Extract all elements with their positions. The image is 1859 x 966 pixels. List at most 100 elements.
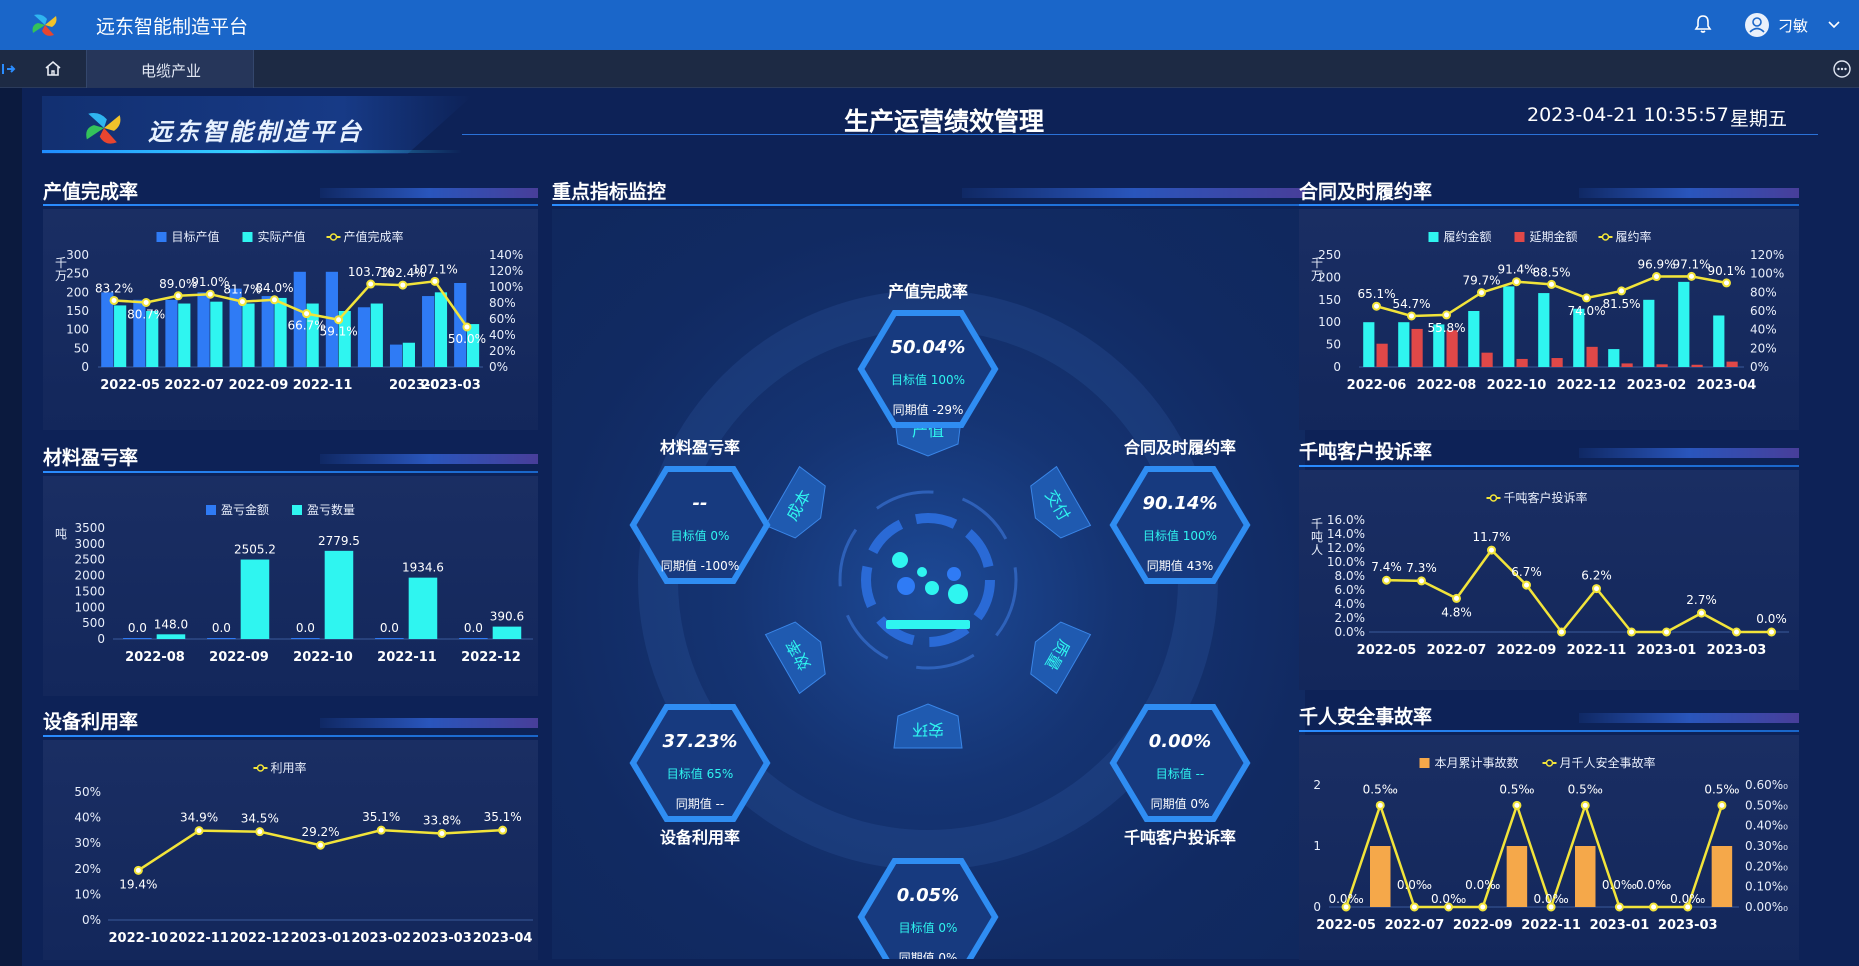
fulfilled-bar <box>1468 311 1480 367</box>
y-tick-label: 20% <box>1750 341 1777 355</box>
y-tick-label: 0.20%₀ <box>1745 859 1788 873</box>
panel-title-line <box>1299 730 1799 732</box>
x-tick-label: 2023-01 <box>1637 643 1697 658</box>
header-line <box>462 134 1818 135</box>
actual-bar <box>210 301 223 367</box>
delayed-bar <box>1691 364 1703 367</box>
kpi-target: 目标值 0% <box>671 528 730 543</box>
legend-line-swatch <box>329 233 338 241</box>
quantity-bar <box>240 559 270 639</box>
panel-equipment: 利用率 50% 40% 30% 20% 10% 0% 19.4% 2022-10 34.9% 202… <box>43 740 538 960</box>
fulfilled-bar <box>1503 286 1515 367</box>
rate-point <box>1687 271 1696 281</box>
x-tick-label: 2023-01 <box>1590 918 1650 933</box>
accident-rate-label: 0.5‰ <box>1568 782 1603 796</box>
accident-rate-point <box>1512 800 1522 810</box>
delayed-bar <box>1656 364 1668 367</box>
complaint-chart: 千吨客户投诉率千吨人16.0%14.0%12.0%10.0%8.0%6.0%4.… <box>1311 490 1789 658</box>
complaint-point <box>1627 627 1636 637</box>
legend-label: 产值完成率 <box>344 229 404 244</box>
target-bar <box>165 299 178 367</box>
panel-title-deco <box>1579 713 1799 723</box>
complaint-point <box>1452 593 1461 603</box>
legend-label: 利用率 <box>271 760 307 775</box>
complaint-point <box>1767 627 1776 637</box>
x-tick-label: 2023-03 <box>421 378 481 393</box>
x-tick-label: 2022-07 <box>1427 643 1487 658</box>
more-options-icon[interactable] <box>1832 59 1852 79</box>
y-tick-label: 200 <box>1318 270 1341 284</box>
y-tick-label: 80% <box>489 296 516 310</box>
x-tick-label: 2022-11 <box>1567 643 1627 658</box>
y-axis-label: 千 <box>1311 517 1323 531</box>
x-tick-label: 2022-12 <box>1557 378 1617 393</box>
hub-dot <box>892 552 908 568</box>
legend-label: 履约金额 <box>1444 229 1492 244</box>
fulfilled-bar <box>1678 281 1690 367</box>
legend-line-swatch <box>1545 759 1554 767</box>
y-tick-label: 10.0% <box>1327 555 1365 569</box>
quantity-bar <box>156 634 186 639</box>
x-tick-label: 2022-08 <box>1417 378 1477 393</box>
y-tick-label: 40% <box>74 811 101 825</box>
x-tick-label: 2023-03 <box>1658 918 1718 933</box>
kpi-target: 目标值 -- <box>1156 766 1204 781</box>
rate-point <box>205 289 215 299</box>
quantity-label: 390.6 <box>490 610 524 624</box>
y-tick-label: 500 <box>82 616 105 630</box>
accident-rate-point <box>1649 902 1659 912</box>
rate-label: 96.9% <box>1637 258 1675 272</box>
legend-label: 延期金额 <box>1530 229 1578 244</box>
tab-bar: 电缆产业 <box>0 50 1859 88</box>
x-tick-label: 2023-01 <box>291 931 351 946</box>
quantity-bar <box>408 577 438 639</box>
rate-label: 59.1% <box>320 325 358 339</box>
legend-swatch <box>1428 232 1439 242</box>
amount-label: 0.0 <box>464 621 483 635</box>
bell-icon[interactable] <box>1694 14 1712 34</box>
avatar-icon <box>1745 13 1769 37</box>
ring-tag: 成本 <box>764 465 826 539</box>
kpi-hexagon <box>857 858 999 966</box>
y-tick-label: 20% <box>489 344 516 358</box>
legend-swatch <box>1514 232 1525 242</box>
utilization-point <box>194 826 204 836</box>
x-tick-label: 2022-05 <box>1316 918 1376 933</box>
x-tick-label: 2022-09 <box>1497 643 1557 658</box>
home-icon[interactable] <box>44 60 62 77</box>
kpi-yoy: 同期值 0% <box>899 950 958 959</box>
material-chart: 盈亏金额 盈亏数量吨 3500 3000 2500 20001500 1000 500 0 0.0… <box>55 502 533 665</box>
ring-tag: 交付 <box>1030 465 1092 539</box>
user-menu[interactable]: 刁敏 <box>1744 10 1844 40</box>
legend-label: 盈亏数量 <box>307 502 355 517</box>
kpi-yoy: 同期值 -29% <box>893 402 964 417</box>
brand-logo-icon <box>86 113 121 144</box>
hub-dot <box>948 584 968 604</box>
accident-rate-point <box>1375 800 1385 810</box>
quantity-bar <box>324 550 354 639</box>
tab-label: 电缆产业 <box>140 62 201 80</box>
tab-cable-industry[interactable]: 电缆产业 <box>86 50 254 88</box>
accident-bar <box>1575 846 1596 907</box>
complaint-label: 6.2% <box>1581 569 1612 583</box>
rate-point <box>334 315 344 325</box>
complaint-label: 7.3% <box>1406 561 1437 575</box>
x-tick-label: 2023-02 <box>1627 378 1687 393</box>
accident-rate-label: 0.0‰ <box>1670 892 1705 906</box>
quantity-label: 2779.5 <box>318 534 360 548</box>
y-tick-label: 14.0% <box>1327 527 1365 541</box>
complaint-label: 11.7% <box>1472 530 1510 544</box>
amount-bar <box>123 638 152 639</box>
panel-title-deco <box>962 188 1305 198</box>
utilization-point <box>133 865 143 875</box>
accident-rate-label: 0.0‰ <box>1533 892 1568 906</box>
kpi-name: 千吨客户投诉率 <box>1124 828 1236 847</box>
rate-point <box>1407 311 1416 321</box>
sidebar-toggle-icon[interactable] <box>2 62 16 76</box>
y-tick-label: 16.0% <box>1327 513 1365 527</box>
rate-point <box>269 295 279 305</box>
kpi-target: 目标值 100% <box>1143 528 1217 543</box>
accident-rate-label: 0.5‰ <box>1363 782 1398 796</box>
y-tick-label: 2500 <box>74 553 105 567</box>
datetime: 2023-04-21 10:35:57 <box>1527 104 1729 126</box>
